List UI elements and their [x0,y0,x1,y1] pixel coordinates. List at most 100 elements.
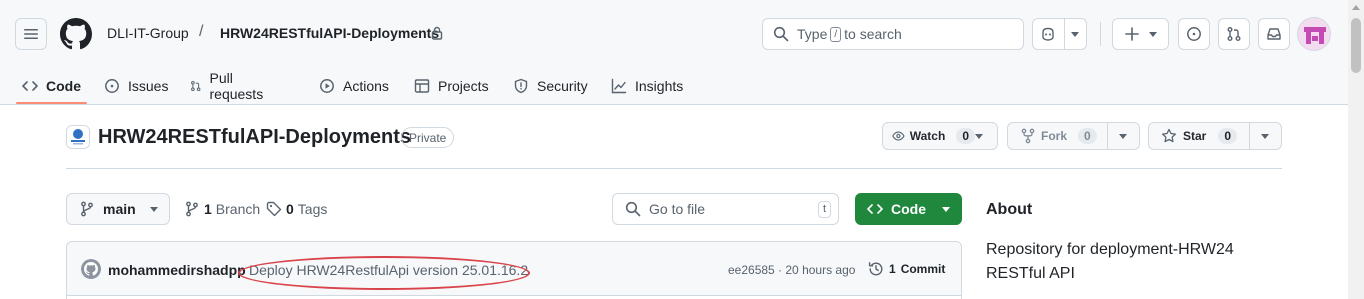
plus-icon [1124,27,1139,41]
triangle-down-icon [1119,133,1128,139]
global-search-input[interactable]: Type / to search [762,18,1024,50]
eye-icon [892,131,905,141]
commits-history-link[interactable]: 1 Commit [868,261,945,277]
play-icon [320,78,334,93]
file-browser: mohammedirshadpp Deploy HRW24RestfulApi … [66,241,962,299]
inbox-button[interactable] [1258,18,1290,50]
tab-pull-requests-label: Pull requests [209,69,264,102]
search-placeholder-start: Type [797,26,828,42]
star-label: Star [1183,129,1207,143]
triangle-down-icon [1148,31,1157,37]
triangle-down-icon [1261,133,1270,139]
page-scrollbar[interactable] [1348,0,1364,299]
issue-opened-icon [105,78,119,93]
graph-icon [611,78,627,93]
tab-projects[interactable]: Projects [414,66,489,105]
breadcrumb-repo[interactable]: HRW24RESTfulAPI-Deployments [220,25,439,41]
search-icon [625,201,641,217]
tab-code[interactable]: Code [22,66,81,105]
copilot-split-button[interactable] [1032,18,1087,50]
code-icon [867,204,883,214]
search-placeholder-end: to search [844,26,902,42]
user-avatar[interactable] [1297,17,1331,51]
commit-author-avatar[interactable] [81,259,101,279]
go-to-file-shortcut: t [817,201,831,218]
triangle-down-icon [942,206,950,212]
star-dropdown[interactable] [1250,133,1281,139]
tab-issues-label: Issues [128,77,169,94]
current-branch: main [103,201,136,217]
watch-label: Watch [909,129,946,143]
copilot-button[interactable] [1033,26,1064,42]
copilot-icon [1042,27,1055,41]
table-icon [414,78,430,93]
star-count: 0 [1218,128,1238,144]
repo-owner-avatar[interactable] [66,125,90,149]
branches-count: 1 [204,201,212,217]
tags-link[interactable]: 0 Tags [266,193,327,225]
go-to-file-input[interactable]: Go to file t [612,193,839,225]
fork-dropdown[interactable] [1108,133,1139,139]
commit-hash-time[interactable]: ee26585 · 20 hours ago [728,263,855,277]
pull-requests-button[interactable] [1218,18,1250,50]
star-button[interactable]: Star 0 [1148,122,1282,150]
tab-security-label: Security [537,77,588,94]
tab-insights[interactable]: Insights [611,66,683,105]
triangle-down-icon [975,133,983,139]
repo-forked-icon [1021,128,1035,144]
active-tab-indicator [16,102,87,104]
copilot-dropdown[interactable] [1065,31,1086,37]
fork-button[interactable]: Fork 0 [1007,122,1140,150]
branches-link[interactable]: 1 Branch [184,193,260,225]
watch-button[interactable]: Watch 0 [882,122,998,150]
divider [66,168,1282,169]
tab-issues[interactable]: Issues [104,66,168,105]
create-new-button[interactable] [1112,18,1169,50]
latest-commit-bar: mohammedirshadpp Deploy HRW24RestfulApi … [67,242,961,296]
lock-icon [431,26,443,40]
header-divider [1100,22,1101,46]
commits-count: 1 [889,262,896,276]
tags-count: 0 [286,201,294,217]
tab-insights-label: Insights [635,77,684,94]
tags-label: Tags [297,201,328,217]
tab-projects-label: Projects [438,77,489,94]
git-pull-request-icon [191,80,201,91]
code-icon [22,80,38,91]
branches-label: Branch [215,201,261,217]
commit-author[interactable]: mohammedirshadpp [108,262,246,278]
github-logo-icon[interactable] [60,18,92,50]
code-button-label: Code [891,201,926,217]
search-shortcut-key: / [830,26,842,42]
triangle-down-icon [1071,31,1080,37]
about-heading: About [986,201,1033,218]
shield-icon [514,78,528,93]
history-icon [868,262,883,276]
repo-title[interactable]: HRW24RESTfulAPI-Deployments [98,126,411,149]
issues-button[interactable] [1178,18,1210,50]
tab-actions[interactable]: Actions [319,66,389,105]
triangle-down-icon [149,206,158,212]
git-branch-icon [81,201,93,217]
search-icon [773,26,789,42]
annotation-highlight-oval [238,256,530,290]
hamburger-icon [24,29,38,39]
scrollbar-thumb[interactable] [1351,18,1361,73]
tab-security[interactable]: Security [513,66,588,105]
scroll-up-arrow-icon[interactable] [1352,5,1360,10]
menu-button[interactable] [15,18,47,50]
git-pull-request-icon [1227,27,1241,41]
breadcrumb-org[interactable]: DLI-IT-Group [107,25,189,41]
tab-pull-requests[interactable]: Pull requests [190,66,268,105]
branch-selector[interactable]: main [66,193,170,225]
code-button[interactable]: Code [855,193,962,225]
issue-opened-icon [1187,27,1201,41]
tab-code-label: Code [46,77,81,94]
visibility-badge: Private [401,127,455,148]
star-icon [1162,128,1176,143]
breadcrumb-separator: / [199,23,204,40]
about-description: Repository for deployment-HRW24 RESTful … [986,241,1234,282]
git-branch-icon [186,201,198,217]
go-to-file-placeholder: Go to file [649,201,706,217]
inbox-icon [1267,28,1281,40]
